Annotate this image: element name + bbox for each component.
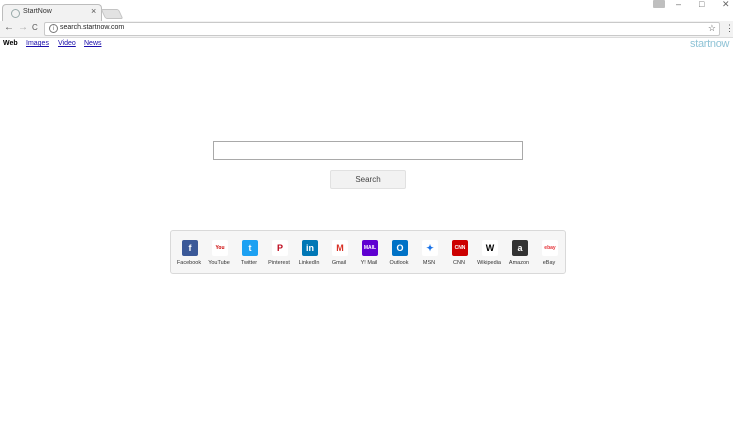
facebook-icon: f xyxy=(182,240,198,256)
browser-toolbar: ← → C i search.startnow.com ☆ ⋮ xyxy=(0,21,733,38)
linkedin-icon: in xyxy=(302,240,318,256)
maximize-button[interactable]: □ xyxy=(699,0,704,9)
twitter-icon: t xyxy=(242,240,258,256)
back-button[interactable]: ← xyxy=(4,22,14,33)
youtube-icon: You xyxy=(212,240,228,256)
quick-link-y-mail[interactable]: MAIL Y! Mail xyxy=(354,231,384,275)
outlook-icon: O xyxy=(392,240,408,256)
yahoo-mail-icon: MAIL xyxy=(362,240,378,256)
tab-title: StartNow xyxy=(23,8,52,15)
pinterest-icon: P xyxy=(272,240,288,256)
tab-startnow[interactable]: StartNow × xyxy=(2,4,102,22)
amazon-icon: a xyxy=(512,240,528,256)
search-button[interactable]: Search xyxy=(330,170,406,189)
quick-link-facebook[interactable]: f Facebook xyxy=(174,231,204,275)
quick-link-amazon[interactable]: a Amazon xyxy=(504,231,534,275)
quick-link-msn[interactable]: ✦ MSN xyxy=(414,231,444,275)
quick-link-outlook[interactable]: O Outlook xyxy=(384,231,414,275)
ebay-icon: ebay xyxy=(542,240,558,256)
quick-links-panel: f Facebook You YouTube t Twitter P Pinterest in L… xyxy=(170,230,566,274)
site-info-icon[interactable]: i xyxy=(49,24,58,33)
cnn-icon: CNN xyxy=(452,240,468,256)
nav-web[interactable]: Web xyxy=(3,40,18,47)
profile-icon[interactable] xyxy=(653,0,665,8)
quick-link-ebay[interactable]: ebay eBay xyxy=(534,231,564,275)
wikipedia-icon: W xyxy=(482,240,498,256)
forward-button[interactable]: → xyxy=(18,22,28,33)
quick-link-youtube[interactable]: You YouTube xyxy=(204,231,234,275)
search-input[interactable] xyxy=(213,141,523,160)
quick-link-label: eBay xyxy=(542,260,556,266)
tab-close-button[interactable]: × xyxy=(91,6,96,16)
browser-menu-icon[interactable]: ⋮ xyxy=(725,23,733,34)
nav-news[interactable]: News xyxy=(84,40,102,47)
nav-video[interactable]: Video xyxy=(58,40,76,47)
quick-link-twitter[interactable]: t Twitter xyxy=(234,231,264,275)
quick-link-wikipedia[interactable]: W Wikipedia xyxy=(474,231,504,275)
quick-link-gmail[interactable]: M Gmail xyxy=(324,231,354,275)
gmail-icon: M xyxy=(332,240,348,256)
quick-link-linkedin[interactable]: in LinkedIn xyxy=(294,231,324,275)
search-type-nav: Web Images Video News startnow xyxy=(0,38,733,51)
quick-link-cnn[interactable]: CNN CNN xyxy=(444,231,474,275)
reload-button[interactable]: C xyxy=(32,23,38,32)
page-favicon-icon xyxy=(11,9,20,18)
title-bar: StartNow × – □ ✕ xyxy=(0,0,733,22)
address-bar[interactable]: i search.startnow.com ☆ xyxy=(44,22,720,36)
minimize-button[interactable]: – xyxy=(676,0,681,9)
url-text: search.startnow.com xyxy=(60,24,125,31)
bookmark-star-icon[interactable]: ☆ xyxy=(708,23,716,34)
startnow-logo: startnow xyxy=(690,38,730,50)
close-window-button[interactable]: ✕ xyxy=(722,0,730,10)
nav-images[interactable]: Images xyxy=(26,40,49,47)
quick-link-pinterest[interactable]: P Pinterest xyxy=(264,231,294,275)
msn-icon: ✦ xyxy=(422,240,438,256)
new-tab-button[interactable] xyxy=(100,9,124,19)
